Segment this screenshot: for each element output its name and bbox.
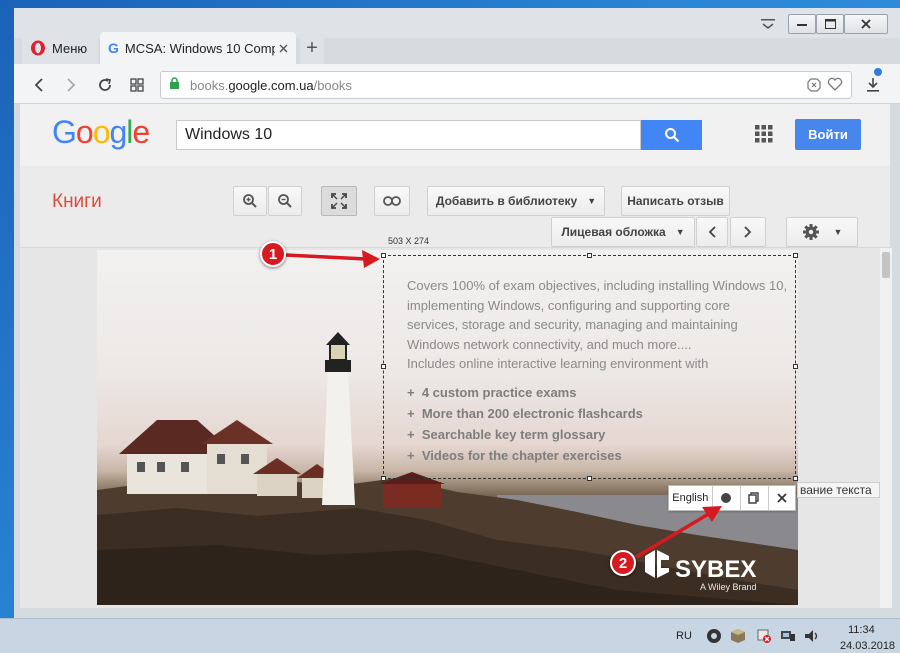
copy-button[interactable] [741,486,769,510]
url-host: google.com.ua [228,77,314,93]
chevron-right-icon [744,226,752,238]
link-icon [383,196,401,206]
fullscreen-button[interactable] [321,186,357,216]
language-button[interactable]: English [669,486,713,510]
zoom-out-button[interactable] [268,186,302,216]
annotation-marker-1: 1 [260,241,286,267]
tab-title: MCSA: Windows 10 Comp [124,40,275,56]
maximize-button[interactable] [816,14,844,34]
resize-handle[interactable] [587,253,592,258]
close-capture-button[interactable] [769,486,795,510]
search-button[interactable] [641,120,702,150]
selection-size-label: 503 X 274 [388,236,430,246]
chevron-down-icon: ▼ [833,227,843,237]
search-icon [664,128,679,143]
resize-handle[interactable] [793,476,798,481]
clock-date[interactable]: 24.03.2018 [840,640,895,652]
download-badge-icon [874,68,882,76]
new-tab-button[interactable]: + [300,32,324,64]
prev-page-button[interactable] [696,217,728,247]
google-favicon-icon: G [108,40,119,56]
scrollbar-thumb[interactable] [882,252,890,278]
url-host-prefix: books. [190,77,229,93]
chevron-down-icon: ▼ [587,196,597,206]
network-icon[interactable] [780,628,796,647]
resize-handle[interactable] [381,476,386,481]
page-select-dropdown[interactable]: Лицевая обложка ▼ [551,217,695,247]
search-input[interactable]: Windows 10 [176,120,641,150]
zoom-out-icon [278,194,292,208]
gear-icon [802,224,819,240]
volume-icon[interactable] [804,628,820,647]
add-to-library-button[interactable]: Добавить в библиотеку ▼ [427,186,605,216]
recognize-text-button[interactable] [713,486,741,510]
lock-icon [169,77,180,93]
language-indicator[interactable]: RU [676,630,692,642]
forward-button[interactable] [60,74,82,96]
url-path: /books [313,77,352,93]
annotation-marker-2: 2 [610,550,636,576]
apps-grid-icon[interactable] [754,124,774,144]
resize-handle[interactable] [793,253,798,258]
address-bar[interactable]: books.google.com.ua/books [160,71,852,99]
tray-flag-icon[interactable] [756,628,772,647]
signin-button[interactable]: Войти [795,119,861,150]
write-review-button[interactable]: Написать отзыв [621,186,730,216]
wiley-brand: A Wiley Brand [700,582,757,592]
reload-button[interactable] [94,74,116,96]
page-select-label: Лицевая обложка [561,225,666,239]
tray-app-icon[interactable] [706,628,722,647]
menu-label: Меню [52,40,88,56]
adblock-icon[interactable] [807,78,821,95]
fullscreen-icon [331,193,347,209]
minimize-button[interactable] [788,14,816,34]
zoom-in-button[interactable] [233,186,267,216]
tray-box-icon[interactable] [730,628,746,647]
add-to-library-label: Добавить в библиотеку [435,194,578,208]
tabs-grid-button[interactable] [126,74,148,96]
close-icon [777,493,787,503]
back-button[interactable] [28,74,50,96]
bookmark-heart-icon[interactable] [827,77,843,95]
capture-toolbar: English [668,485,796,511]
scrollbar[interactable] [880,248,892,608]
clock-time[interactable]: 11:34 [848,624,875,636]
opera-logo-icon [31,40,45,56]
resize-handle[interactable] [793,364,798,369]
opera-menu-button[interactable]: Меню [22,32,98,64]
resize-handle[interactable] [381,364,386,369]
settings-button[interactable]: ▼ [786,217,858,247]
capture-selection[interactable] [383,255,796,479]
resize-handle[interactable] [381,253,386,258]
resize-handle[interactable] [587,476,592,481]
downloads-button[interactable] [862,74,884,96]
close-tab-icon[interactable] [279,41,288,56]
chevron-left-icon [708,226,716,238]
tab-menu-icon[interactable] [754,14,782,34]
zoom-in-icon [243,194,257,208]
next-page-button[interactable] [730,217,766,247]
link-button[interactable] [374,186,410,216]
sybex-brand: SYBEX [675,556,757,583]
google-logo[interactable]: Google [52,114,150,154]
copy-icon [748,492,760,504]
record-icon [721,493,732,503]
close-window-button[interactable] [844,14,888,34]
chevron-down-icon: ▼ [675,227,685,237]
tooltip-text: вание текста [797,482,880,498]
books-title[interactable]: Книги [52,191,102,213]
tab-mcsa[interactable]: G MCSA: Windows 10 Comp [100,32,296,64]
